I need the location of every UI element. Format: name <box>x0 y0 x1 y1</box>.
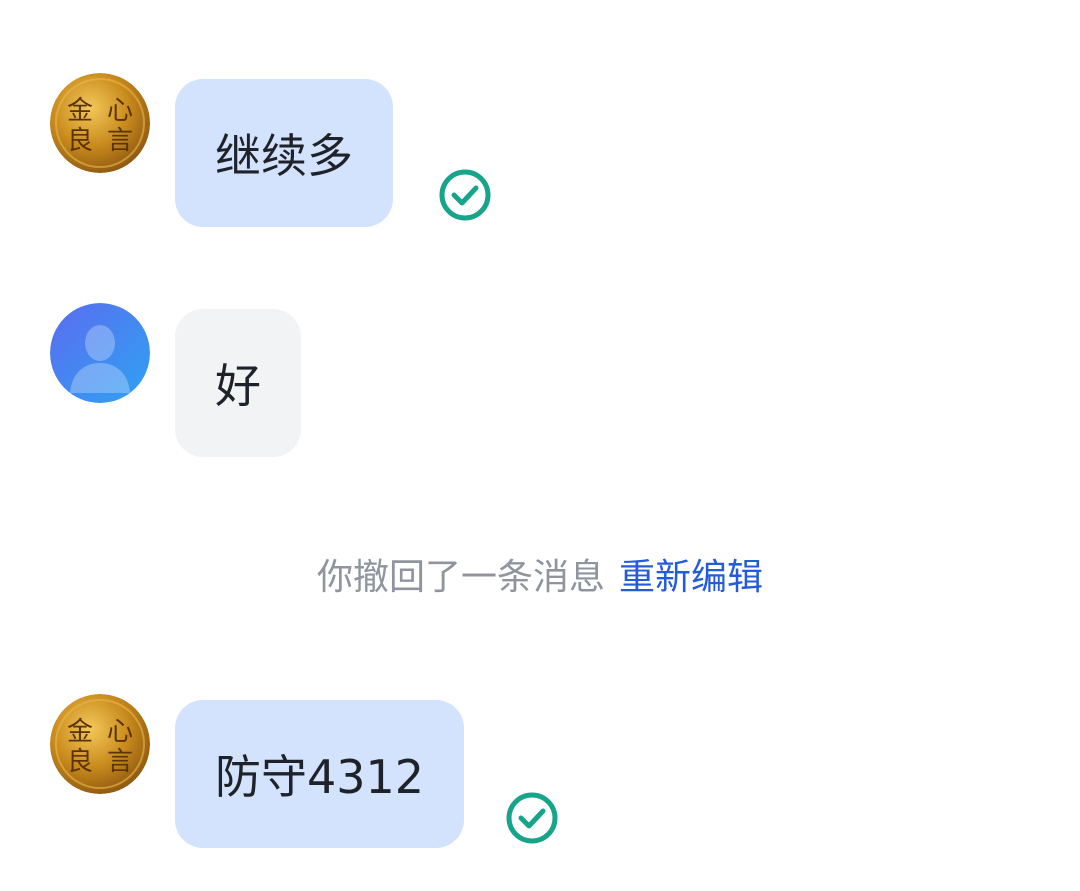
message-bubble[interactable]: 继续多 <box>175 79 393 227</box>
recall-notice-text: 你撤回了一条消息 <box>316 557 605 598</box>
avatar-char: 金 <box>67 96 93 126</box>
message-text: 继续多 <box>215 129 353 183</box>
read-check-icon <box>439 169 491 221</box>
sender-avatar[interactable]: 金 心 良 言 <box>50 694 150 794</box>
avatar-char: 言 <box>107 126 133 156</box>
sender-avatar[interactable]: 金 心 良 言 <box>50 73 150 173</box>
contact-avatar[interactable] <box>50 303 150 403</box>
message-text: 好 <box>215 359 261 413</box>
re-edit-link[interactable]: 重新编辑 <box>619 557 763 598</box>
golden-coin-avatar-icon: 金 心 良 言 <box>50 694 150 794</box>
avatar-char: 言 <box>107 747 133 777</box>
read-check-icon <box>506 792 558 844</box>
default-person-avatar-icon <box>50 303 150 403</box>
avatar-char: 心 <box>107 717 133 747</box>
avatar-char: 金 <box>67 717 93 747</box>
recall-notice: 你撤回了一条消息 重新编辑 <box>0 548 1080 608</box>
golden-coin-avatar-icon: 金 心 良 言 <box>50 73 150 173</box>
avatar-char: 良 <box>67 126 93 156</box>
avatar-char: 心 <box>107 96 133 126</box>
message-bubble[interactable]: 好 <box>175 309 301 457</box>
message-bubble[interactable]: 防守4312 <box>175 700 465 848</box>
message-text: 防守4312 <box>215 750 425 804</box>
avatar-char: 良 <box>67 747 93 777</box>
